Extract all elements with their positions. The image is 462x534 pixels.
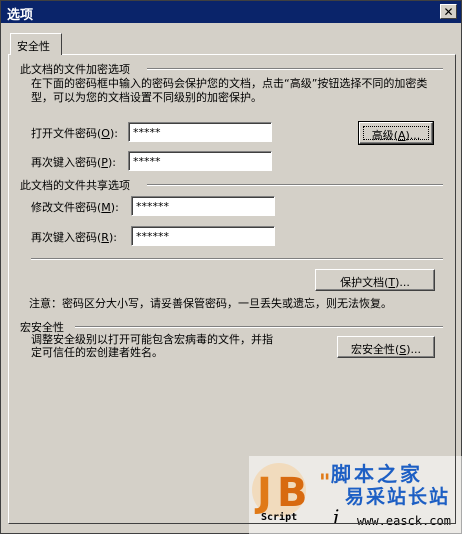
title-bar[interactable]: 选项 [1,1,461,23]
security-panel [8,54,456,524]
window-title: 选项 [7,8,34,23]
tab-security[interactable]: 安全性 [10,33,62,55]
close-button[interactable]: ✕ [440,4,457,19]
close-icon: ✕ [443,4,454,19]
options-dialog: 选项 ✕ 安全性 此文档的文件加密选项 在下面的密码框中输入的密码会保护您的文档… [0,0,462,534]
tab-joint [11,54,61,56]
tab-security-label: 安全性 [17,40,50,53]
